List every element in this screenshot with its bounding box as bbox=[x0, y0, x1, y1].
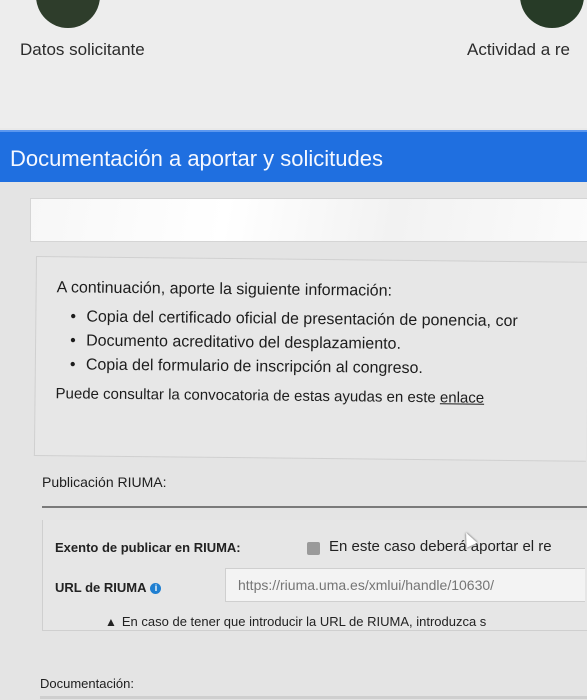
url-riuma-label: URL de RIUMA i bbox=[55, 580, 162, 595]
url-riuma-input[interactable] bbox=[225, 568, 585, 602]
consult-text: Puede consultar la convocatoria de estas… bbox=[55, 385, 484, 406]
documentacion-title: Documentación: bbox=[40, 676, 134, 691]
wizard-steps: Datos solicitante Actividad a re bbox=[0, 0, 587, 128]
info-icon[interactable]: i bbox=[150, 583, 162, 595]
riuma-panel: Exento de publicar en RIUMA: En este cas… bbox=[42, 520, 587, 631]
list-item: Copia del formulario de inscripción al c… bbox=[70, 353, 518, 382]
section-header: Documentación a aportar y solicitudes bbox=[0, 130, 587, 184]
step-1-indicator[interactable] bbox=[36, 0, 100, 28]
exento-checkbox[interactable] bbox=[307, 542, 320, 555]
step-1-label[interactable]: Datos solicitante bbox=[20, 40, 145, 60]
step-2-label[interactable]: Actividad a re bbox=[467, 40, 570, 60]
required-documents-list: Copia del certificado oficial de present… bbox=[70, 305, 518, 382]
url-riuma-label-text: URL de RIUMA bbox=[55, 580, 147, 595]
notice-strip bbox=[30, 198, 587, 242]
riuma-warning-text: En caso de tener que introducir la URL d… bbox=[121, 614, 487, 629]
convocatoria-link[interactable]: enlace bbox=[440, 389, 484, 406]
exento-label: Exento de publicar en RIUMA: bbox=[55, 540, 241, 555]
step-2-indicator[interactable] bbox=[520, 0, 584, 28]
exento-note: En este caso deberá aportar el re bbox=[329, 538, 552, 555]
info-panel: A continuación, aporte la siguiente info… bbox=[33, 256, 587, 462]
info-intro: A continuación, aporte la siguiente info… bbox=[56, 279, 393, 300]
riuma-warning: ▲ En caso de tener que introducir la URL … bbox=[105, 614, 486, 629]
consult-label: Puede consultar la convocatoria de estas… bbox=[55, 385, 436, 407]
divider bbox=[42, 506, 587, 508]
section-title: Documentación a aportar y solicitudes bbox=[10, 146, 383, 171]
publicacion-riuma-title: Publicación RIUMA: bbox=[42, 474, 167, 490]
divider bbox=[40, 696, 587, 699]
warning-icon: ▲ bbox=[105, 615, 117, 629]
